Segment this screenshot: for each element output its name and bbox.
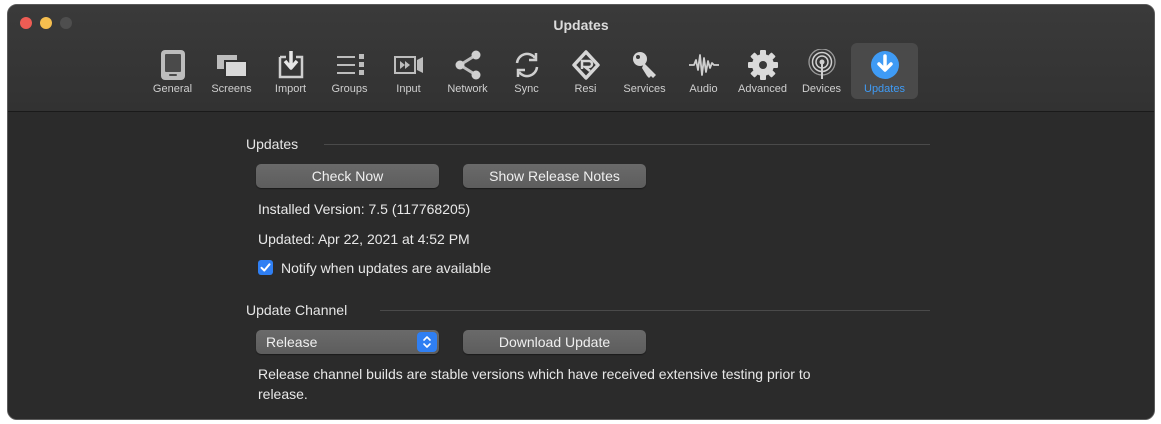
tab-screens[interactable]: Screens	[202, 43, 261, 99]
title-bar: Updates General Screens Import Groups In…	[8, 5, 1154, 112]
sync-icon	[510, 48, 544, 82]
tab-screens-label: Screens	[211, 83, 252, 95]
update-channel-select[interactable]: Release	[256, 330, 439, 354]
tab-general[interactable]: General	[143, 43, 202, 99]
key-icon	[628, 48, 662, 82]
tab-input-label: Input	[396, 83, 421, 95]
tab-devices[interactable]: Devices	[792, 43, 851, 99]
check-now-button[interactable]: Check Now	[256, 164, 439, 188]
tab-sync[interactable]: Sync	[497, 43, 556, 99]
tab-import-label: Import	[274, 83, 307, 95]
channel-description-line1: Release channel builds are stable versio…	[258, 366, 811, 382]
import-icon	[274, 48, 308, 82]
preferences-window: Updates General Screens Import Groups In…	[7, 4, 1155, 420]
show-release-notes-button[interactable]: Show Release Notes	[463, 164, 646, 188]
update-channel-heading: Update Channel	[246, 302, 348, 318]
tab-audio-label: Audio	[689, 83, 718, 95]
window-title: Updates	[553, 17, 609, 33]
tab-input[interactable]: Input	[379, 43, 438, 99]
tab-audio[interactable]: Audio	[674, 43, 733, 99]
tab-services[interactable]: Services	[615, 43, 674, 99]
tab-advanced-label: Advanced	[738, 83, 787, 95]
tab-resi[interactable]: Resi	[556, 43, 615, 99]
resi-icon	[569, 48, 603, 82]
tab-advanced[interactable]: Advanced	[733, 43, 792, 99]
tab-import[interactable]: Import	[261, 43, 320, 99]
tab-general-label: General	[152, 83, 193, 95]
download-icon	[868, 48, 902, 82]
tab-sync-label: Sync	[514, 83, 539, 95]
updated-date-text: Updated: Apr 22, 2021 at 4:52 PM	[258, 231, 470, 247]
tab-updates-label: Updates	[864, 83, 905, 95]
updates-section-heading: Updates	[246, 136, 299, 152]
checkmark-icon	[260, 263, 271, 272]
chevron-updown-icon	[417, 332, 437, 352]
tab-groups[interactable]: Groups	[320, 43, 379, 99]
input-icon	[392, 48, 426, 82]
tab-network[interactable]: Network	[438, 43, 497, 99]
channel-description-line2: release.	[258, 386, 308, 402]
tab-services-label: Services	[623, 83, 666, 95]
share-icon	[451, 48, 485, 82]
tablet-icon	[156, 48, 190, 82]
update-channel-divider	[380, 310, 930, 311]
groups-icon	[333, 48, 367, 82]
download-update-button[interactable]: Download Update	[463, 330, 646, 354]
tab-devices-label: Devices	[801, 83, 842, 95]
broadcast-icon	[805, 48, 839, 82]
tab-network-label: Network	[447, 83, 488, 95]
tab-groups-label: Groups	[331, 83, 368, 95]
screens-icon	[215, 48, 249, 82]
updates-pane: Updates Check Now Show Release Notes Ins…	[8, 112, 1154, 419]
waveform-icon	[687, 48, 721, 82]
tab-updates[interactable]: Updates	[851, 43, 918, 99]
notify-checkbox[interactable]	[258, 260, 273, 275]
installed-version-text: Installed Version: 7.5 (117768205)	[258, 201, 471, 217]
notify-label: Notify when updates are available	[281, 260, 492, 276]
updates-divider	[324, 144, 930, 145]
tab-resi-label: Resi	[574, 83, 597, 95]
update-channel-value: Release	[266, 334, 318, 350]
preferences-toolbar: General Screens Import Groups Input Netw…	[143, 43, 918, 99]
gear-icon	[746, 48, 780, 82]
